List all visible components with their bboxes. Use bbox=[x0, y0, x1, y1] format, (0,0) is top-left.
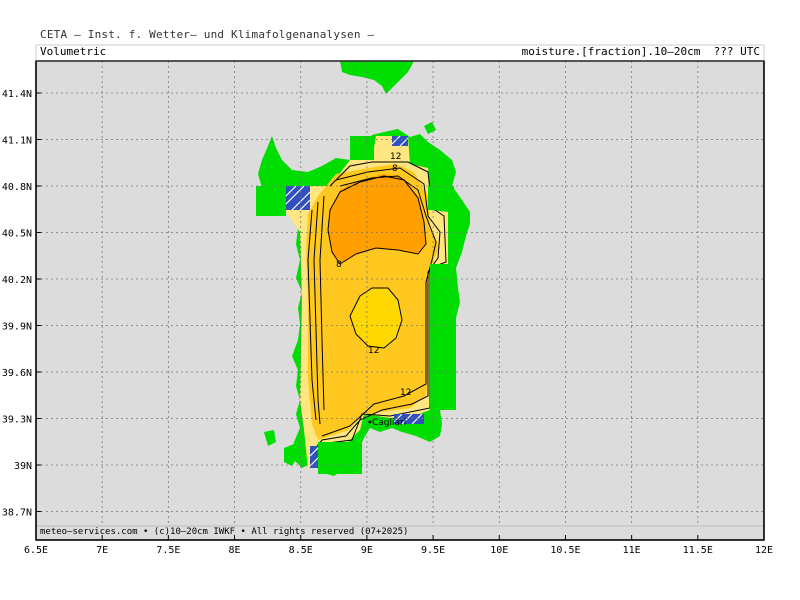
x-tick-label: 9.5E bbox=[421, 545, 445, 556]
x-tick-label: 8.5E bbox=[289, 545, 313, 556]
y-tick-label: 40.8N bbox=[2, 182, 32, 193]
footer-credit: meteo—services.com • (c)10—20cm IWKF • A… bbox=[40, 527, 409, 537]
x-tick-label: 11.5E bbox=[683, 545, 713, 556]
y-tick-label: 41.1N bbox=[2, 136, 32, 147]
contour-label-2: 8 bbox=[392, 164, 398, 174]
x-tick-label: 12E bbox=[755, 545, 773, 556]
x-tick-label: 9E bbox=[361, 545, 373, 556]
x-tick-label: 6.5E bbox=[24, 545, 48, 556]
y-tick-label: 40.5N bbox=[2, 229, 32, 240]
x-tick-label: 10.5E bbox=[550, 545, 580, 556]
map-plot: 12 8 8 12 12 Cagliari 6.5E 7E 7.5E 8E 8.5E 9E… bbox=[2, 44, 773, 556]
y-tick-label: 38.7N bbox=[2, 508, 32, 519]
land-patch-e bbox=[430, 264, 456, 410]
y-tick-label: 39N bbox=[14, 461, 32, 472]
y-tick-label: 39.6N bbox=[2, 368, 32, 379]
contour-label-3: 8 bbox=[336, 260, 342, 270]
city-label: Cagliari bbox=[372, 418, 406, 428]
land-patch-s bbox=[318, 442, 362, 474]
x-tick-label: 7E bbox=[96, 545, 108, 556]
x-tick-label: 8E bbox=[229, 545, 241, 556]
contour-label-4: 12 bbox=[368, 346, 379, 356]
x-tick-label: 7.5E bbox=[156, 545, 180, 556]
wet-corner-nw bbox=[285, 185, 311, 211]
y-tick-label: 40.2N bbox=[2, 275, 32, 286]
land-patch-ne bbox=[428, 186, 454, 210]
y-tick-label: 39.3N bbox=[2, 415, 32, 426]
x-tick-label: 11E bbox=[623, 545, 641, 556]
x-tick-label: 10E bbox=[490, 545, 508, 556]
land-patch-nw bbox=[256, 186, 286, 216]
y-tick-label: 41.4N bbox=[2, 89, 32, 100]
y-tick-label: 39.9N bbox=[2, 322, 32, 333]
label-bar-frame bbox=[35, 44, 765, 62]
wet-corner-n bbox=[391, 135, 409, 147]
contour-label-1: 12 bbox=[390, 152, 401, 162]
contour-label-5: 12 bbox=[400, 388, 411, 398]
